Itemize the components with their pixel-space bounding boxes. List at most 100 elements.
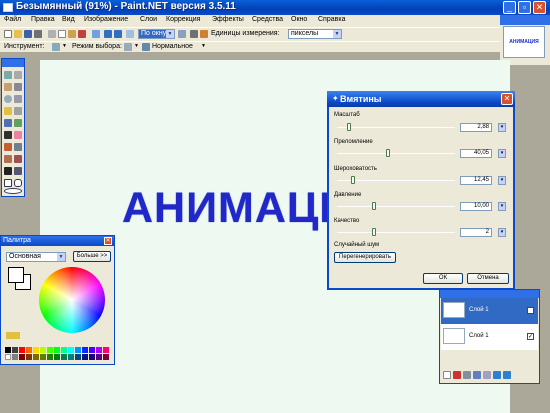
swatch[interactable] xyxy=(5,354,11,360)
swatch[interactable] xyxy=(54,347,60,353)
swatch[interactable] xyxy=(19,347,25,353)
ellipse-select-icon[interactable] xyxy=(4,95,12,103)
layer-row[interactable]: Слой 1 ✓ xyxy=(441,298,538,324)
menu-effects[interactable]: Эффекты xyxy=(212,16,244,23)
rulers-toggle-icon[interactable] xyxy=(200,30,208,38)
move-layer-down-icon[interactable] xyxy=(503,371,511,379)
magic-wand-icon[interactable] xyxy=(4,107,12,115)
scale-slider-thumb[interactable] xyxy=(347,123,351,131)
text-icon[interactable] xyxy=(4,167,12,175)
menu-window[interactable]: Окно xyxy=(291,16,307,23)
delete-layer-icon[interactable] xyxy=(453,371,461,379)
layer-visibility-checkbox[interactable]: ✓ xyxy=(527,307,534,314)
quality-slider-track[interactable] xyxy=(337,232,455,233)
print-icon[interactable] xyxy=(34,30,42,38)
zoom-tool-icon[interactable] xyxy=(14,95,22,103)
spin-icon[interactable]: ▾ xyxy=(498,123,506,132)
color-wheel[interactable] xyxy=(39,267,105,333)
move-layer-up-icon[interactable] xyxy=(493,371,501,379)
menu-layers[interactable]: Слои xyxy=(140,16,157,23)
spin-icon[interactable]: ▾ xyxy=(498,228,506,237)
current-tool-icon[interactable] xyxy=(52,43,60,51)
zoom-select[interactable]: По окну ▼ xyxy=(138,29,175,39)
swatch[interactable] xyxy=(61,347,67,353)
pencil-icon[interactable] xyxy=(4,143,12,151)
save-icon[interactable] xyxy=(24,30,32,38)
swatch[interactable] xyxy=(82,347,88,353)
primary-color-swatch[interactable] xyxy=(8,267,24,283)
ellipse-icon[interactable] xyxy=(4,188,22,194)
menu-file[interactable]: Файл xyxy=(4,16,21,23)
swatch[interactable] xyxy=(103,354,109,360)
selection-mode-icon[interactable] xyxy=(124,43,132,51)
swatch[interactable] xyxy=(75,347,81,353)
color-picker-icon[interactable] xyxy=(14,143,22,151)
blend-mode-value[interactable]: Нормальное xyxy=(152,43,193,50)
minimize-icon[interactable]: _ xyxy=(503,1,516,14)
palette-options-icon[interactable] xyxy=(6,332,20,339)
swatch[interactable] xyxy=(68,347,74,353)
more-colors-button[interactable]: Больше >> xyxy=(73,251,111,262)
duplicate-layer-icon[interactable] xyxy=(463,371,471,379)
ruler-icon[interactable] xyxy=(190,30,198,38)
swatch[interactable] xyxy=(26,354,32,360)
menu-image[interactable]: Изображение xyxy=(84,16,128,23)
refraction-value-field[interactable]: 40,05 xyxy=(460,149,492,158)
swatch[interactable] xyxy=(40,354,46,360)
scale-value-field[interactable]: 2,88 xyxy=(460,123,492,132)
deselect-icon[interactable] xyxy=(92,30,100,38)
paint-bucket-icon[interactable] xyxy=(4,119,12,127)
move-selection-icon[interactable] xyxy=(14,71,22,79)
grid-icon[interactable] xyxy=(126,30,134,38)
swatch[interactable] xyxy=(82,354,88,360)
swatch[interactable] xyxy=(96,347,102,353)
paintbrush-icon[interactable] xyxy=(4,131,12,139)
cancel-button[interactable]: Отмена xyxy=(467,273,509,284)
gradient-icon[interactable] xyxy=(14,119,22,127)
menu-view[interactable]: Вид xyxy=(62,16,75,23)
eraser-icon[interactable] xyxy=(14,131,22,139)
swatch[interactable] xyxy=(89,354,95,360)
open-icon[interactable] xyxy=(14,30,22,38)
rounded-rectangle-icon[interactable] xyxy=(14,179,22,187)
undo-icon[interactable] xyxy=(104,30,112,38)
swatch[interactable] xyxy=(12,354,18,360)
swatch[interactable] xyxy=(12,347,18,353)
rectangle-icon[interactable] xyxy=(4,179,12,187)
layer-properties-icon[interactable] xyxy=(483,371,491,379)
swatch[interactable] xyxy=(26,347,32,353)
lasso-select-icon[interactable] xyxy=(4,83,12,91)
line-icon[interactable] xyxy=(14,167,22,175)
chevron-down-icon[interactable]: ▼ xyxy=(201,43,206,49)
pan-icon[interactable] xyxy=(14,107,22,115)
new-icon[interactable] xyxy=(4,30,12,38)
crop-icon[interactable] xyxy=(78,30,86,38)
swatch[interactable] xyxy=(89,347,95,353)
move-pixels-icon[interactable] xyxy=(14,83,22,91)
recolor-icon[interactable] xyxy=(14,155,22,163)
chevron-down-icon[interactable]: ▼ xyxy=(62,43,67,49)
palette-mode-select[interactable]: Основная ▼ xyxy=(6,252,66,262)
chevron-down-icon[interactable]: ▼ xyxy=(134,43,139,49)
palette-swatches[interactable] xyxy=(5,347,111,361)
layer-row[interactable]: Слой 1 ✓ xyxy=(441,324,538,350)
close-icon[interactable]: ✕ xyxy=(104,237,112,245)
spin-icon[interactable]: ▾ xyxy=(498,176,506,185)
swatch[interactable] xyxy=(61,354,67,360)
ok-button[interactable]: ОК xyxy=(423,273,463,284)
menu-adjustments[interactable]: Коррекция xyxy=(166,16,200,23)
merge-layer-icon[interactable] xyxy=(473,371,481,379)
swatch[interactable] xyxy=(54,354,60,360)
scale-slider-track[interactable] xyxy=(337,127,455,128)
pressure-value-field[interactable]: 10,00 xyxy=(460,202,492,211)
swatch[interactable] xyxy=(68,354,74,360)
menu-tools[interactable]: Средства xyxy=(252,16,283,23)
spin-icon[interactable]: ▾ xyxy=(498,202,506,211)
refraction-slider-track[interactable] xyxy=(337,153,455,154)
close-icon[interactable]: ✕ xyxy=(533,1,546,14)
copy-icon[interactable] xyxy=(58,30,66,38)
swatch[interactable] xyxy=(75,354,81,360)
zoom-icon[interactable] xyxy=(178,30,186,38)
redo-icon[interactable] xyxy=(114,30,122,38)
menu-help[interactable]: Справка xyxy=(318,16,345,23)
